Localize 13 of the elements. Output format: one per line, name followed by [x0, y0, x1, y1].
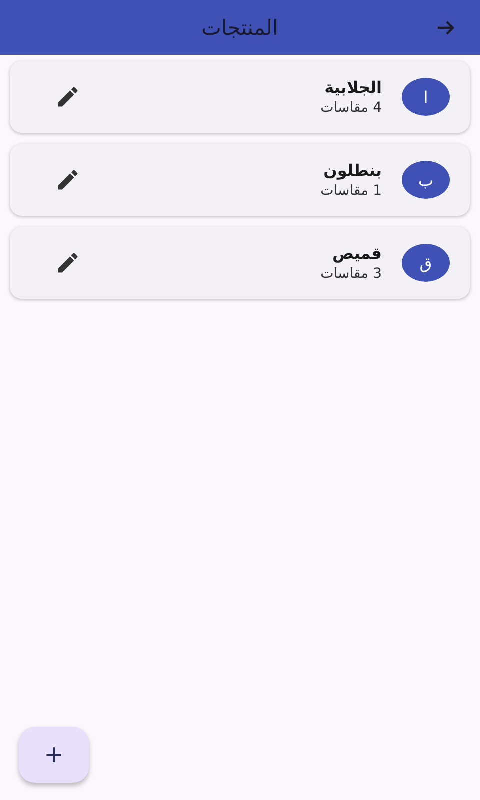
size-count: 3 مقاسات: [320, 266, 382, 282]
initial-avatar: ا: [402, 78, 450, 116]
size-count: 1 مقاسات: [320, 183, 382, 199]
product-name: بنطلون: [322, 161, 382, 180]
product-name: الجلابية: [324, 78, 382, 97]
product-card[interactable]: ق قميص 3 مقاسات: [10, 227, 470, 299]
product-card[interactable]: ب بنطلون 1 مقاسات: [10, 144, 470, 216]
initial-avatar: ب: [402, 161, 450, 199]
product-name: قميص: [331, 244, 382, 263]
initial-avatar: ق: [402, 244, 450, 282]
screen-title: المنتجات: [202, 16, 278, 40]
product-card[interactable]: ا الجلابية 4 مقاسات: [10, 61, 470, 133]
size-count: 4 مقاسات: [320, 100, 382, 116]
